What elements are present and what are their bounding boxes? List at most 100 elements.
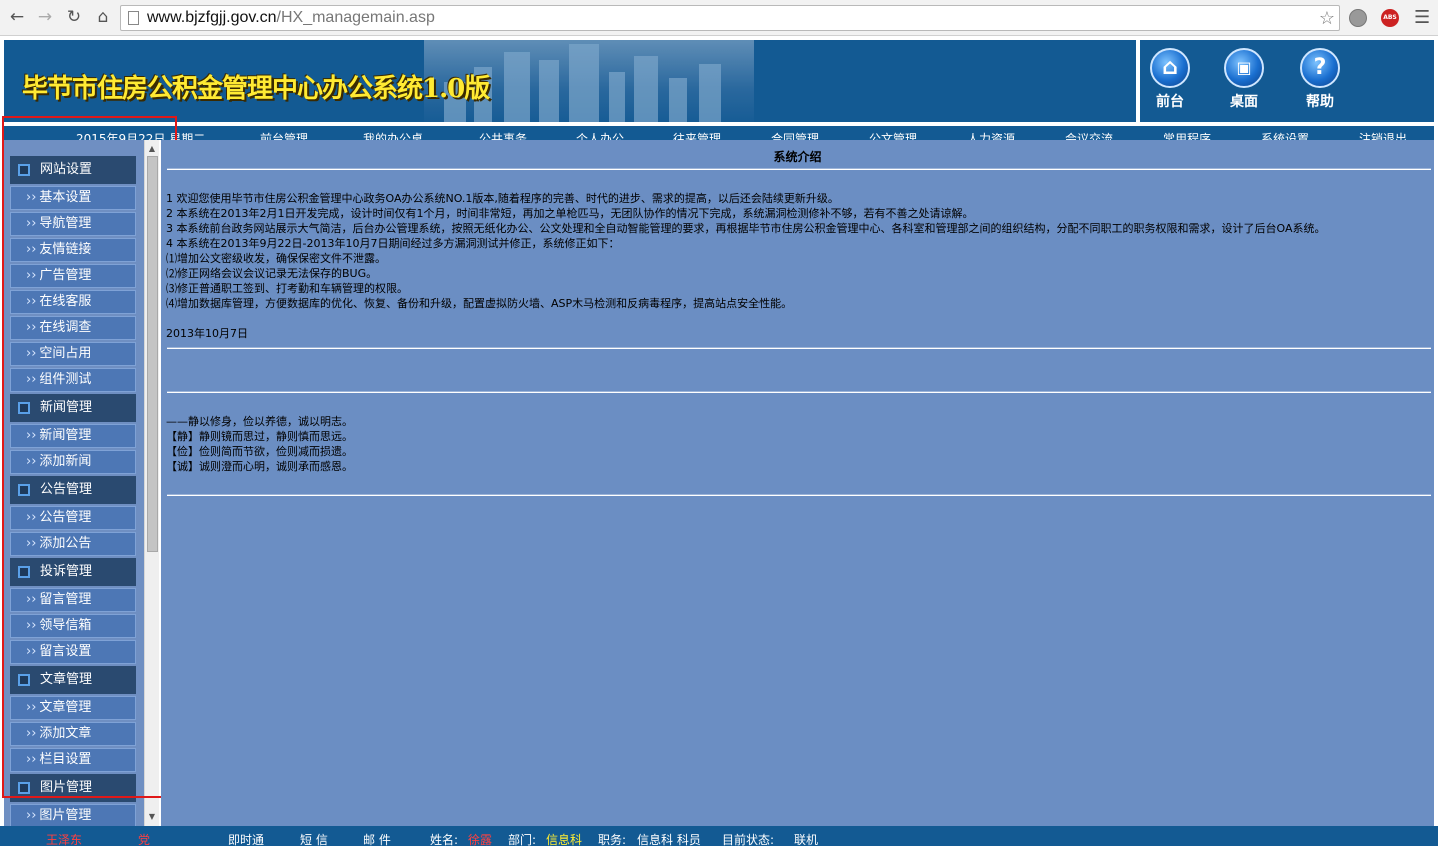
frontpage-label: 前台 xyxy=(1156,94,1184,110)
current-date: 2015年9月22日 星期二 xyxy=(76,132,206,140)
sidebar-item-basic-settings[interactable]: ›› 基本设置 xyxy=(10,186,136,210)
item-label: 栏目设置 xyxy=(39,752,92,767)
sidebar-group-site-settings[interactable]: 网站设置 xyxy=(10,156,136,184)
page-title: 系统介绍 xyxy=(773,150,822,164)
sidebar-item-message-settings[interactable]: ›› 留言设置 xyxy=(10,640,136,664)
item-label: 基本设置 xyxy=(39,190,92,205)
motto-line: ——静以修身，俭以养德，诚以明志。 xyxy=(166,415,353,428)
group-icon xyxy=(18,164,30,176)
globe-extension-icon[interactable] xyxy=(1349,9,1367,27)
nav-item[interactable]: 会议交流 xyxy=(1065,130,1113,140)
adblock-extension-icon[interactable]: ABS xyxy=(1381,9,1399,27)
top-navigation: 2015年9月22日 星期二 前台管理 我的办公桌 公共事务 个人办公 往来管理… xyxy=(4,126,1434,140)
item-label: 添加公告 xyxy=(39,536,92,551)
forward-icon[interactable]: → xyxy=(34,6,56,28)
help-button[interactable]: ? 帮助 xyxy=(1290,48,1350,118)
sidebar-item-ads[interactable]: ›› 广告管理 xyxy=(10,264,136,288)
state-value: 联机 xyxy=(794,833,819,847)
reload-icon[interactable]: ↻ xyxy=(63,6,85,28)
item-label: 友情链接 xyxy=(39,242,92,257)
nav-item[interactable]: 常用程序 xyxy=(1163,130,1211,140)
sidebar-item-component-test[interactable]: ›› 组件测试 xyxy=(10,368,136,392)
sidebar-item-image-manage[interactable]: ›› 图片管理 xyxy=(10,804,136,826)
sidebar-item-article-manage[interactable]: ›› 文章管理 xyxy=(10,696,136,720)
nav-item[interactable]: 我的办公桌 xyxy=(363,130,423,140)
nav-item[interactable]: 合同管理 xyxy=(771,130,819,140)
sidebar-group-complaints[interactable]: 投诉管理 xyxy=(10,558,136,586)
scroll-up-icon[interactable]: ▲ xyxy=(145,142,159,156)
desktop-button[interactable]: ▣ 桌面 xyxy=(1214,48,1274,118)
sidebar-group-articles[interactable]: 文章管理 xyxy=(10,666,136,694)
scroll-thumb[interactable] xyxy=(147,156,158,552)
intro-line: ⑵修正网络会议会议记录无法保存的BUG。 xyxy=(166,267,378,280)
double-arrow-icon: ›› xyxy=(26,618,37,633)
nav-item[interactable]: 前台管理 xyxy=(260,130,308,140)
nav-item[interactable]: 系统设置 xyxy=(1261,130,1309,140)
nav-item[interactable]: 人力资源 xyxy=(967,130,1015,140)
back-icon[interactable]: ← xyxy=(6,6,28,28)
sidebar-item-online-survey[interactable]: ›› 在线调查 xyxy=(10,316,136,340)
bookmark-star-icon[interactable]: ☆ xyxy=(1319,6,1335,30)
item-label: 广告管理 xyxy=(39,268,92,283)
nav-item[interactable]: 公共事务 xyxy=(479,130,527,140)
sidebar-group-news[interactable]: 新闻管理 xyxy=(10,394,136,422)
sidebar-item-online-service[interactable]: ›› 在线客服 xyxy=(10,290,136,314)
group-label: 图片管理 xyxy=(40,780,93,795)
double-arrow-icon: ›› xyxy=(26,428,37,443)
nav-item[interactable]: 公文管理 xyxy=(869,130,917,140)
sidebar-group-images[interactable]: 图片管理 xyxy=(10,774,136,802)
double-arrow-icon: ›› xyxy=(26,294,37,309)
intro-line: ⑴增加公文密级收发，确保保密文件不泄露。 xyxy=(166,252,386,265)
address-bar[interactable]: www.bjzfgjj.gov.cn/HX_managemain.asp ☆ xyxy=(120,5,1340,31)
sidebar-item-messages[interactable]: ›› 留言管理 xyxy=(10,588,136,612)
sidebar-item-friend-links[interactable]: ›› 友情链接 xyxy=(10,238,136,262)
browser-menu-icon[interactable]: ☰ xyxy=(1414,7,1430,28)
sidebar-item-add-article[interactable]: ›› 添加文章 xyxy=(10,722,136,746)
sidebar-menu: 网站设置 ›› 基本设置 ›› 导航管理 ›› 友情链接 ›› 广告管理 ›› 在线客服 … xyxy=(10,156,136,826)
double-arrow-icon: ›› xyxy=(26,454,37,469)
header-banner: 毕节市住房公积金管理中心办公系统1.0版 xyxy=(4,40,1136,122)
sms-link[interactable]: 短 信 xyxy=(300,831,328,848)
double-arrow-icon: ›› xyxy=(26,644,37,659)
sidebar-item-column-settings[interactable]: ›› 栏目设置 xyxy=(10,748,136,772)
help-icon: ? xyxy=(1300,48,1340,88)
scroll-down-icon[interactable]: ▼ xyxy=(145,810,159,824)
quick-buttons: ⌂ 前台 ▣ 桌面 ? 帮助 xyxy=(1138,40,1434,122)
divider xyxy=(167,494,1431,496)
mail-link[interactable]: 邮 件 xyxy=(363,831,391,848)
sidebar-item-news-manage[interactable]: ›› 新闻管理 xyxy=(10,424,136,448)
chat-link[interactable]: 即时通 xyxy=(228,831,264,848)
sidebar-item-notice-manage[interactable]: ›› 公告管理 xyxy=(10,506,136,530)
double-arrow-icon: ›› xyxy=(26,242,37,257)
item-label: 留言管理 xyxy=(39,592,92,607)
system-title: 毕节市住房公积金管理中心办公系统1.0版 xyxy=(22,74,490,104)
sidebar-item-navigation[interactable]: ›› 导航管理 xyxy=(10,212,136,236)
group-icon xyxy=(18,402,30,414)
group-icon xyxy=(18,674,30,686)
group-label: 网站设置 xyxy=(40,162,93,177)
frontpage-button[interactable]: ⌂ 前台 xyxy=(1140,48,1200,118)
sidebar-group-notices[interactable]: 公告管理 xyxy=(10,476,136,504)
motto-line: 【俭】俭则简而节欲，俭则减而损遗。 xyxy=(166,445,353,458)
nav-item[interactable]: 注销退出 xyxy=(1359,130,1407,140)
group-label: 公告管理 xyxy=(40,482,93,497)
double-arrow-icon: ›› xyxy=(26,700,37,715)
intro-line: 1 欢迎您使用毕节市住房公积金管理中心政务OA办公系统NO.1版本,随着程序的完… xyxy=(166,192,839,205)
sidebar-item-space-usage[interactable]: ›› 空间占用 xyxy=(10,342,136,366)
url-path: /HX_managemain.asp xyxy=(276,9,435,26)
nav-item[interactable]: 往来管理 xyxy=(673,130,721,140)
double-arrow-icon: ›› xyxy=(26,268,37,283)
page-icon xyxy=(128,11,139,25)
sidebar-item-leader-mailbox[interactable]: ›› 领导信箱 xyxy=(10,614,136,638)
sidebar-scrollbar[interactable]: ▲ ▼ xyxy=(144,140,159,826)
item-label: 添加文章 xyxy=(39,726,92,741)
sidebar-item-add-notice[interactable]: ›› 添加公告 xyxy=(10,532,136,556)
double-arrow-icon: ›› xyxy=(26,346,37,361)
sidebar-item-add-news[interactable]: ›› 添加新闻 xyxy=(10,450,136,474)
url-host: www.bjzfgjj.gov.cn xyxy=(147,9,277,26)
group-label: 投诉管理 xyxy=(40,564,93,579)
home-icon[interactable]: ⌂ xyxy=(92,6,114,28)
intro-line: 4 本系统在2013年9月22日-2013年10月7日期间经过多方漏洞测试并修正… xyxy=(166,237,620,250)
nav-item[interactable]: 个人办公 xyxy=(576,130,624,140)
item-label: 图片管理 xyxy=(39,808,92,823)
